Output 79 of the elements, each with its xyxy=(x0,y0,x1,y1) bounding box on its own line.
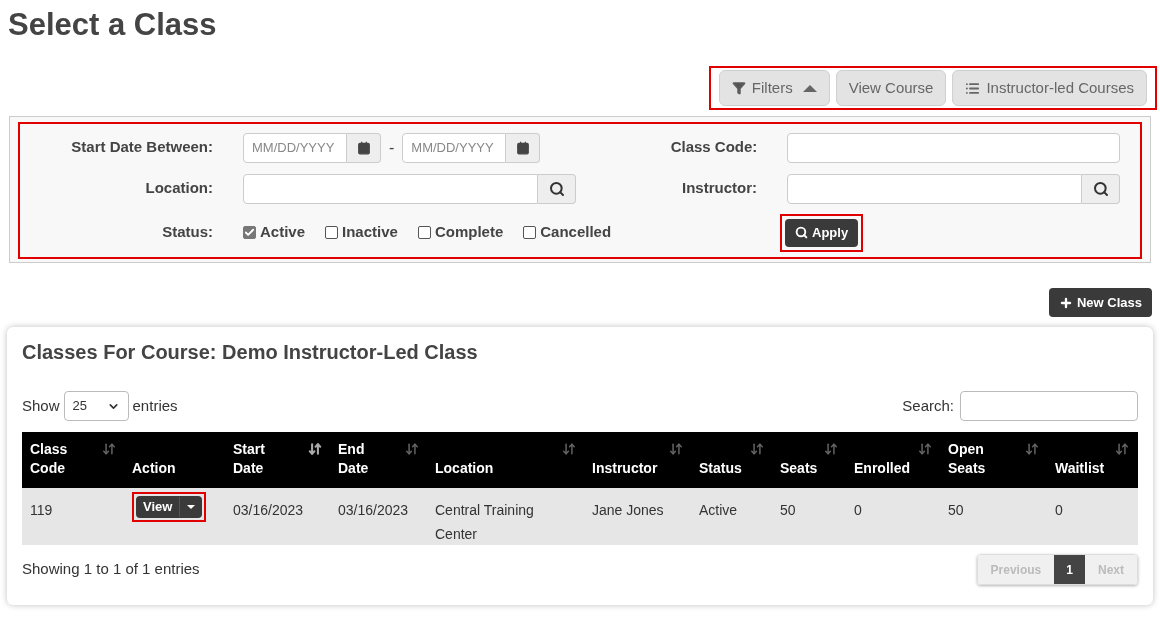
column-header: Action xyxy=(131,459,177,478)
sort-icon xyxy=(308,442,322,456)
toolbar-button[interactable]: Instructor-led Courses xyxy=(952,70,1147,106)
field-label: Status: xyxy=(161,222,213,243)
search-field[interactable] xyxy=(243,173,538,204)
field-label: Start Date Between: xyxy=(70,137,213,158)
apply-button[interactable]: Apply xyxy=(785,218,859,247)
show-label: Show xyxy=(22,395,60,416)
date-field[interactable]: MM/DD/YYYY xyxy=(243,132,347,163)
search-button[interactable] xyxy=(1082,173,1120,204)
calendar-button[interactable] xyxy=(347,132,381,163)
sort-icon xyxy=(405,442,419,456)
plus-icon xyxy=(1058,295,1073,310)
new-class-button[interactable]: New Class xyxy=(1048,288,1152,317)
search-field[interactable] xyxy=(960,391,1138,421)
table-cell: Jane Jones xyxy=(592,502,664,518)
filter-icon xyxy=(731,81,746,95)
field-label: Class Code: xyxy=(669,137,758,158)
calendar-icon xyxy=(356,140,371,155)
column-header[interactable]: Location xyxy=(427,432,584,488)
column-header[interactable]: Open Seats xyxy=(940,432,1047,488)
column-header[interactable]: Waitlist xyxy=(1047,432,1137,488)
sort-icon xyxy=(750,442,764,456)
page-title: Select a Class xyxy=(8,6,217,44)
table-cell: 03/16/2023 xyxy=(338,502,409,518)
checkbox[interactable] xyxy=(243,226,256,239)
sort-icon xyxy=(102,442,116,456)
column-header[interactable]: Start Date xyxy=(225,432,330,488)
sort-icon xyxy=(562,442,576,456)
sort-icon xyxy=(918,442,932,456)
separator-text: - xyxy=(389,137,395,158)
calendar-icon xyxy=(515,140,530,155)
search-field[interactable] xyxy=(787,173,1082,204)
calendar-button[interactable] xyxy=(506,132,541,163)
table-cell: 119 xyxy=(30,502,53,518)
view-dropdown-button[interactable]: View xyxy=(136,496,203,518)
checkbox-label: Complete xyxy=(434,222,504,243)
caret-up-icon xyxy=(802,84,817,92)
field-label: Instructor: xyxy=(681,178,757,199)
page-size-select[interactable]: 25 xyxy=(63,391,129,421)
toolbar-button[interactable]: Filters xyxy=(718,70,830,106)
checkbox[interactable] xyxy=(523,226,537,239)
field-label: Location: xyxy=(144,178,213,199)
sort-icon xyxy=(824,442,838,456)
table-cell: Central Training Center xyxy=(435,502,534,542)
table-cell: 03/16/2023 xyxy=(233,502,304,518)
column-header[interactable]: End Date xyxy=(330,432,427,488)
column-header[interactable]: Seats xyxy=(772,432,846,488)
class-code-field[interactable] xyxy=(787,132,1121,163)
table-cell: 50 xyxy=(948,502,964,518)
search-icon xyxy=(548,180,565,197)
column-header[interactable]: Instructor xyxy=(584,432,691,488)
entries-label: entries xyxy=(132,395,178,416)
checkbox-label: Active xyxy=(260,222,306,243)
page-button[interactable]: 1 xyxy=(1054,555,1085,584)
checkbox-label: Cancelled xyxy=(540,222,612,243)
table-cell: 0 xyxy=(854,502,862,518)
caret-down-icon xyxy=(187,505,196,509)
search-icon xyxy=(795,226,808,239)
table-cell: 0 xyxy=(1055,502,1063,518)
search-label: Search: xyxy=(902,395,954,416)
checkbox[interactable] xyxy=(325,226,339,239)
checkbox[interactable] xyxy=(417,226,431,239)
date-field[interactable]: MM/DD/YYYY xyxy=(402,132,507,163)
column-header[interactable]: Status xyxy=(691,432,772,488)
search-icon xyxy=(1092,180,1109,197)
table-cell: 50 xyxy=(780,502,796,518)
checkbox-label: Inactive xyxy=(342,222,398,243)
table-cell: Active xyxy=(699,502,738,518)
sort-icon xyxy=(1025,442,1039,456)
search-button[interactable] xyxy=(538,173,576,204)
sort-icon xyxy=(1115,442,1129,456)
table-info: Showing 1 to 1 of 1 entries xyxy=(22,559,200,580)
list-icon xyxy=(965,80,981,96)
column-header[interactable]: Enrolled xyxy=(846,432,940,488)
column-header[interactable]: Class Code xyxy=(22,432,124,488)
toolbar-button[interactable]: View Course xyxy=(835,70,947,106)
sort-icon xyxy=(669,442,683,456)
card-title: Classes For Course: Demo Instructor-Led Class xyxy=(22,340,479,365)
